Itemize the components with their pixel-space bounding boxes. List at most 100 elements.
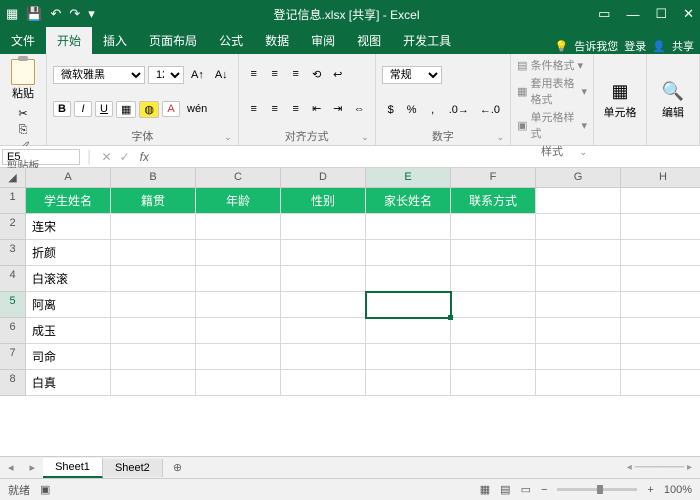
cell-F6[interactable]: [451, 318, 536, 344]
comma-icon[interactable]: ,: [424, 103, 442, 117]
row-header-7[interactable]: 7: [0, 344, 26, 370]
tellme-text[interactable]: 告诉我您: [574, 38, 618, 54]
cell-C4[interactable]: [196, 266, 281, 292]
col-header-A[interactable]: A: [26, 168, 111, 188]
cell-D6[interactable]: [281, 318, 366, 344]
cell-H2[interactable]: [621, 214, 700, 240]
font-color-button[interactable]: A: [162, 101, 180, 117]
cell-C1[interactable]: 年龄: [196, 188, 281, 214]
cell-D7[interactable]: [281, 344, 366, 370]
cell-D1[interactable]: 性别: [281, 188, 366, 214]
cell-F2[interactable]: [451, 214, 536, 240]
row-header-4[interactable]: 4: [0, 266, 26, 292]
fx-icon[interactable]: fx: [134, 150, 155, 164]
cell-E1[interactable]: 家长姓名: [366, 188, 451, 214]
view-normal-icon[interactable]: ▦: [480, 483, 490, 496]
tab-insert[interactable]: 插入: [92, 27, 138, 54]
tab-review[interactable]: 审阅: [300, 27, 346, 54]
copy-icon[interactable]: ⎘: [12, 123, 34, 138]
cell-H5[interactable]: [621, 292, 700, 318]
align-right-icon[interactable]: ≡: [287, 102, 305, 116]
italic-button[interactable]: I: [74, 101, 92, 117]
align-left-icon[interactable]: ≡: [245, 102, 263, 116]
col-header-D[interactable]: D: [281, 168, 366, 188]
cell-C5[interactable]: [196, 292, 281, 318]
inc-decimal-icon[interactable]: .0→: [445, 103, 473, 117]
cell-H6[interactable]: [621, 318, 700, 344]
cell-C6[interactable]: [196, 318, 281, 344]
cell-E7[interactable]: [366, 344, 451, 370]
border-button[interactable]: ▦: [116, 101, 136, 118]
align-middle-icon[interactable]: ≡: [266, 67, 284, 81]
cell-A2[interactable]: 连宋: [26, 214, 111, 240]
col-header-B[interactable]: B: [111, 168, 196, 188]
cell-A6[interactable]: 成玉: [26, 318, 111, 344]
tab-formulas[interactable]: 公式: [208, 27, 254, 54]
cell-B3[interactable]: [111, 240, 196, 266]
cell-B2[interactable]: [111, 214, 196, 240]
macro-rec-icon[interactable]: ▣: [40, 483, 50, 496]
row-header-2[interactable]: 2: [0, 214, 26, 240]
underline-button[interactable]: U: [95, 101, 113, 117]
cell-A4[interactable]: 白滚滚: [26, 266, 111, 292]
cell-E8[interactable]: [366, 370, 451, 396]
cell-A7[interactable]: 司命: [26, 344, 111, 370]
tab-view[interactable]: 视图: [346, 27, 392, 54]
currency-icon[interactable]: $: [382, 103, 400, 117]
cell-F5[interactable]: [451, 292, 536, 318]
cell-F8[interactable]: [451, 370, 536, 396]
cell-G5[interactable]: [536, 292, 621, 318]
align-center-icon[interactable]: ≡: [266, 102, 284, 116]
cell-B1[interactable]: 籍贯: [111, 188, 196, 214]
cell-G6[interactable]: [536, 318, 621, 344]
zoom-level[interactable]: 100%: [664, 484, 692, 496]
editing-button[interactable]: 🔍编辑: [653, 73, 693, 129]
cell-H8[interactable]: [621, 370, 700, 396]
cell-B7[interactable]: [111, 344, 196, 370]
grow-font-icon[interactable]: A↑: [187, 68, 208, 82]
sheet-tab-1[interactable]: Sheet1: [43, 458, 103, 478]
table-format-button[interactable]: ▦套用表格格式▾: [517, 75, 587, 107]
align-top-icon[interactable]: ≡: [245, 67, 263, 81]
phonetic-button[interactable]: wén: [183, 102, 211, 116]
h-scrollbar[interactable]: ◂ ─────── ▸: [192, 462, 700, 473]
cell-B4[interactable]: [111, 266, 196, 292]
cell-H1[interactable]: [621, 188, 700, 214]
cell-H3[interactable]: [621, 240, 700, 266]
number-format-select[interactable]: 常规: [382, 66, 442, 84]
align-bottom-icon[interactable]: ≡: [287, 67, 305, 81]
cell-D2[interactable]: [281, 214, 366, 240]
cell-G3[interactable]: [536, 240, 621, 266]
row-header-5[interactable]: 5: [0, 292, 26, 318]
cell-B8[interactable]: [111, 370, 196, 396]
zoom-in-icon[interactable]: +: [647, 484, 653, 496]
cell-A1[interactable]: 学生姓名: [26, 188, 111, 214]
cond-format-button[interactable]: ▤条件格式▾: [517, 57, 587, 73]
font-name-select[interactable]: 微软雅黑: [53, 66, 145, 84]
view-layout-icon[interactable]: ▤: [500, 483, 510, 496]
percent-icon[interactable]: %: [403, 103, 421, 117]
orientation-icon[interactable]: ⟲: [308, 67, 326, 82]
tab-home[interactable]: 开始: [46, 27, 92, 54]
col-header-E[interactable]: E: [366, 168, 451, 188]
cell-F3[interactable]: [451, 240, 536, 266]
tab-file[interactable]: 文件: [0, 27, 46, 54]
grid[interactable]: ◢ABCDEFGH1学生姓名籍贯年龄性别家长姓名联系方式2连宋3折颜4白滚滚5阿…: [0, 168, 700, 456]
minimize-icon[interactable]: ―: [626, 7, 639, 22]
cell-E4[interactable]: [366, 266, 451, 292]
row-header-6[interactable]: 6: [0, 318, 26, 344]
font-size-select[interactable]: 12: [148, 66, 184, 84]
cell-H4[interactable]: [621, 266, 700, 292]
tab-layout[interactable]: 页面布局: [138, 27, 208, 54]
col-header-G[interactable]: G: [536, 168, 621, 188]
row-header-8[interactable]: 8: [0, 370, 26, 396]
cell-D3[interactable]: [281, 240, 366, 266]
cut-icon[interactable]: ✂: [12, 106, 34, 121]
cell-G2[interactable]: [536, 214, 621, 240]
tab-dev[interactable]: 开发工具: [392, 27, 462, 54]
cell-C2[interactable]: [196, 214, 281, 240]
cell-E3[interactable]: [366, 240, 451, 266]
cell-F4[interactable]: [451, 266, 536, 292]
bold-button[interactable]: B: [53, 101, 71, 117]
cell-D4[interactable]: [281, 266, 366, 292]
